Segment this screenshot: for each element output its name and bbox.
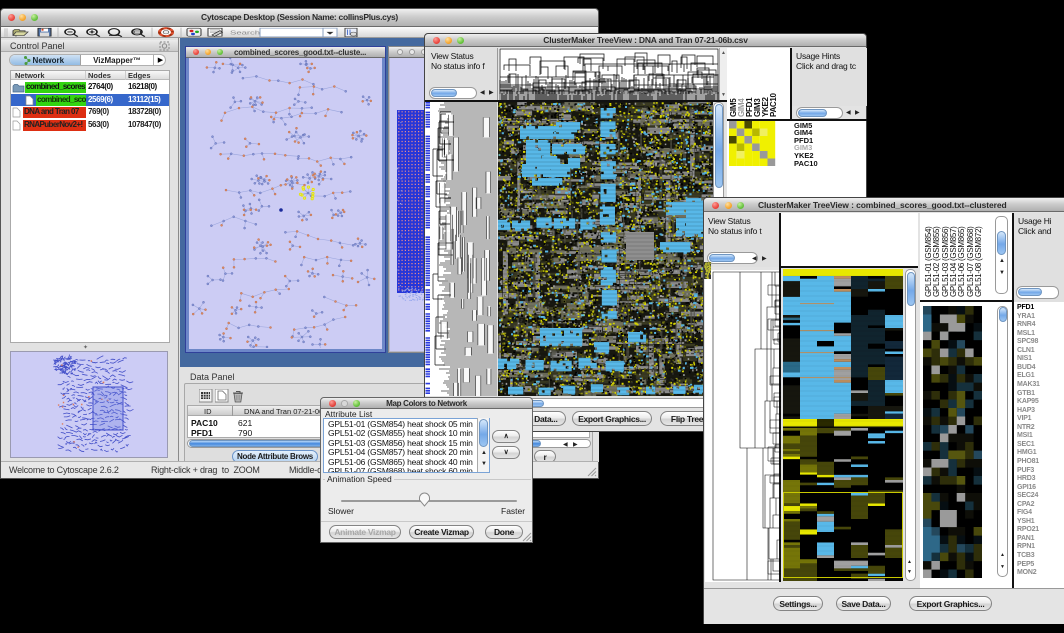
svg-text:Search:: Search: bbox=[230, 29, 263, 36]
